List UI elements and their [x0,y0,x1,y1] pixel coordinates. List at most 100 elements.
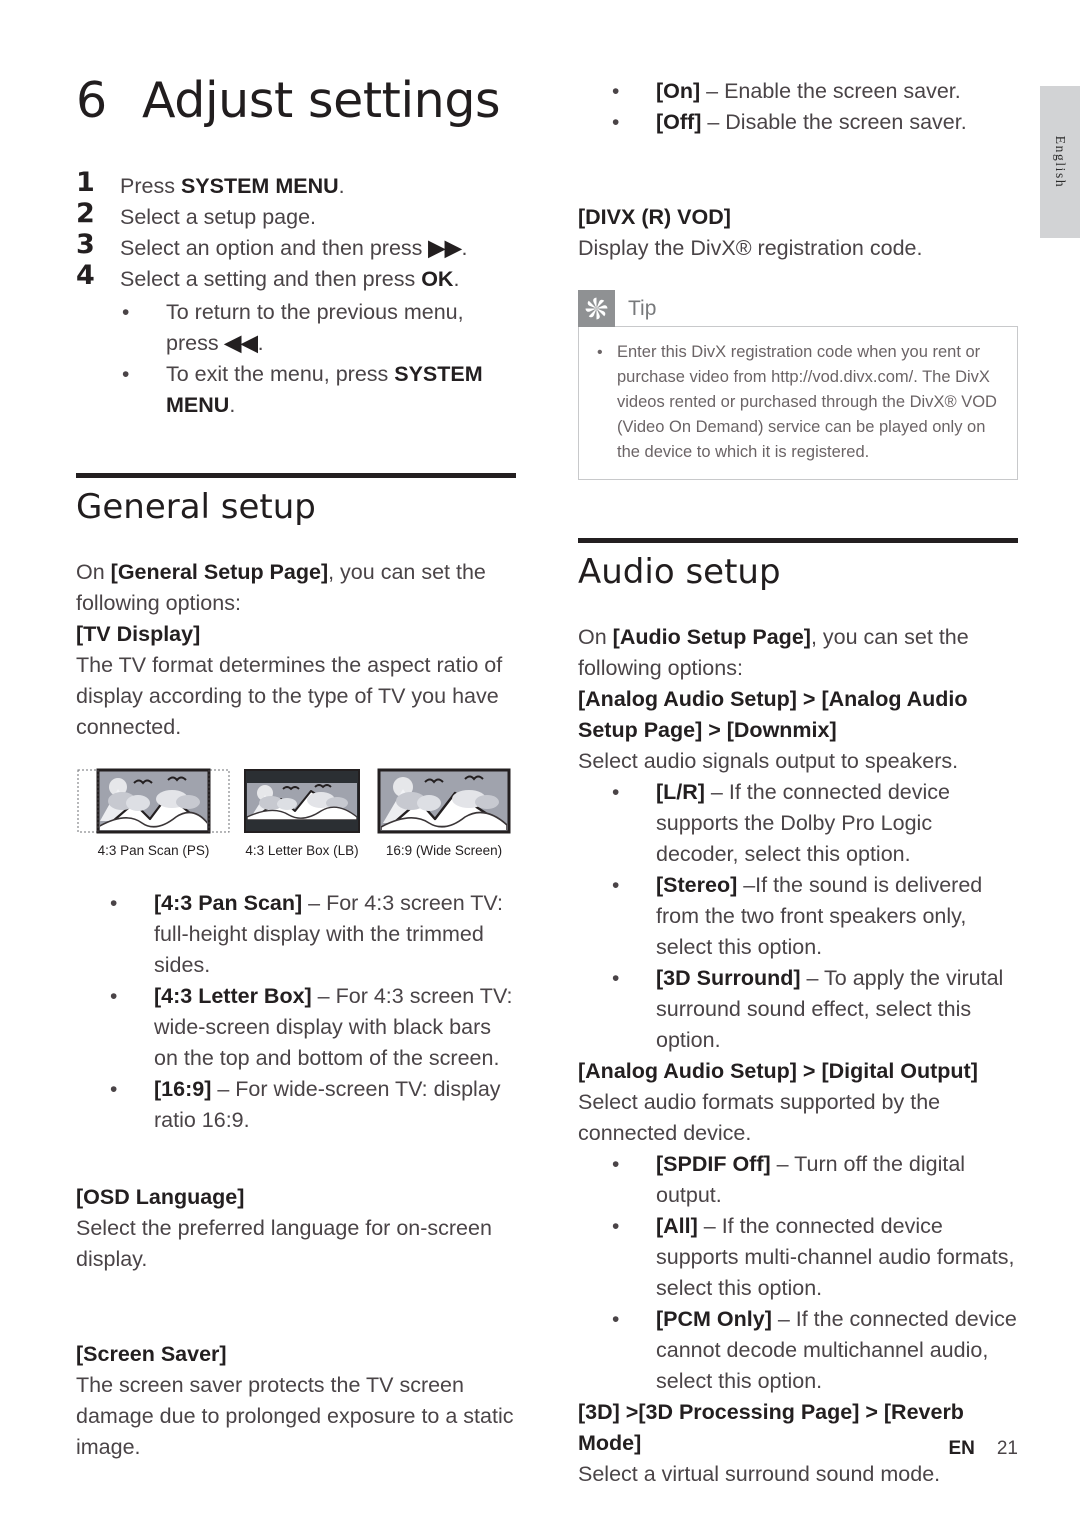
tv-display-figures [76,767,516,835]
figure-wide-screen [377,767,511,835]
fast-forward-icon: ▶▶ [428,236,462,260]
digital-output-heading: [Analog Audio Setup] > [Digital Output] [578,1059,978,1084]
figure-caption-letter-box: 4:3 Letter Box (LB) [245,843,359,859]
digital-output-options-list: • [SPDIF Off] – Turn off the digital outp… [578,1149,1018,1397]
downmix-option-item: • [L/R] – If the connected device support… [578,777,1018,870]
reverb-mode-body: Select a virtual surround sound mode. [578,1462,941,1487]
right-column: • [On] – Enable the screen saver. • [Off] … [578,76,1018,1490]
bullet-dot: • [597,344,603,361]
screen-saver-heading: [Screen Saver] [76,1342,227,1367]
step-item: 2 Select a setup page. [76,198,516,233]
bullet-dot: • [612,1308,620,1332]
intro-pre: On [76,560,111,585]
step-text-bold: SYSTEM MENU [180,174,339,198]
tip-item: • Enter this DivX registration code when … [595,340,1001,465]
substep-text-post: . [229,393,236,417]
tv-option-label: [16:9] [154,1077,212,1102]
bullet-dot: • [110,892,118,916]
bullet-dot: • [110,985,118,1009]
figure-caption-pan-scan: 4:3 Pan Scan (PS) [97,843,210,859]
substeps-list: • To return to the previous menu, press ◀… [120,297,516,421]
bullet-dot: • [122,301,130,324]
bullet-dot: • [612,967,620,991]
tv-option-label: [4:3 Pan Scan] [154,891,303,916]
tip-body: • Enter this DivX registration code when … [578,326,1018,480]
step-item: 3 Select an option and then press ▶▶. [76,229,516,264]
bullet-dot: • [612,111,620,134]
setup-steps-list: 1 Press SYSTEM MENU. 2 Select a setup page… [76,167,516,421]
page-footer: EN 21 [0,1438,1018,1460]
tip-item-text: Enter this DivX registration code when y… [617,343,997,461]
step-text-pre: Select a setting and then press [120,267,422,291]
tip-icon-container [578,290,615,327]
downmix-option-label: [L/R] [656,780,705,805]
step-text-post: . [461,236,468,260]
divx-vod-body: Display the DivX® registration code. [578,236,923,260]
chapter-title: Adjust settings [142,72,501,129]
intro-bold: [General Setup Page] [110,560,329,585]
tv-option-item: • [4:3 Letter Box] – For 4:3 screen TV: w… [76,981,516,1074]
substep-item: • To return to the previous menu, press ◀… [120,297,516,359]
figure-caption-wide-screen: 16:9 (Wide Screen) [385,843,503,859]
section-divider [76,473,516,478]
general-setup-section: General setup [76,473,516,527]
audio-setup-intro: On [Audio Setup Page], you can set the f… [578,622,1018,684]
screensaver-option-desc: – Enable the screen saver. [700,79,961,103]
divx-vod-heading: [DIVX (R) VOD] [578,205,731,229]
asterisk-flower-icon [585,297,608,320]
downmix-option-item: • [3D Surround] – To apply the virutal su… [578,963,1018,1056]
tip-box: Tip • Enter this DivX registration code w… [578,290,1018,480]
bullet-dot: • [612,781,620,805]
tip-header: Tip [578,290,1018,327]
bullet-dot: • [122,363,130,386]
left-column: 6 Adjust settings 1 Press SYSTEM MENU. 2 Se… [76,76,516,1463]
step-text-pre: Select a setup page. [120,205,317,229]
tv-option-item: • [16:9] – For wide-screen TV: display ra… [76,1074,516,1136]
tip-items-list: • Enter this DivX registration code when … [595,340,1001,465]
tip-label: Tip [628,296,657,320]
wide-screen-image [377,768,511,834]
downmix-body: Select audio signals output to speakers. [578,749,959,774]
osd-language-heading: [OSD Language] [76,1185,245,1210]
tv-option-label: [4:3 Letter Box] [154,984,312,1009]
downmix-option-label: [Stereo] [656,873,738,898]
bullet-dot: • [612,1153,620,1177]
tv-display-options-list: • [4:3 Pan Scan] – For 4:3 screen TV: ful… [76,888,516,1136]
screensaver-option-desc: – Disable the screen saver. [701,110,967,134]
digital-option-item: • [PCM Only] – If the connected device ca… [578,1304,1018,1397]
bullet-dot: • [612,1215,620,1239]
step-number: 2 [76,198,95,229]
downmix-option-item: • [Stereo] –If the sound is delivered fro… [578,870,1018,963]
figure-pan-scan [76,767,231,835]
section-title-general-setup: General setup [76,487,316,527]
screensaver-option-label: [Off] [656,110,702,134]
step-text-post: . [453,267,460,291]
digital-option-desc: – If the connected device supports multi… [656,1214,1015,1301]
intro-bold: [Audio Setup Page] [612,625,811,650]
screensaver-option-item: • [Off] – Disable the screen saver. [578,107,1018,138]
tv-option-item: • [4:3 Pan Scan] – For 4:3 screen TV: ful… [76,888,516,981]
digital-option-item: • [SPDIF Off] – Turn off the digital outp… [578,1149,1018,1211]
step-text-pre: Select an option and then press [120,236,429,260]
screensaver-option-label: [On] [656,79,701,103]
substep-text-pre: To exit the menu, press [166,362,395,386]
pan-scan-image [77,768,230,834]
screensaver-options-list: • [On] – Enable the screen saver. • [Off] … [578,76,1018,138]
step-number: 3 [76,229,95,260]
footer-page-number: 21 [996,1438,1018,1459]
substep-text-pre: To return to the previous menu, press [166,300,464,355]
substep-item: • To exit the menu, press SYSTEM MENU. [120,359,516,421]
step-text-post: . [338,174,345,198]
substep-text-post: . [257,331,264,355]
step-text-bold: OK [421,267,454,291]
downmix-options-list: • [L/R] – If the connected device support… [578,777,1018,1056]
figure-letter-box [243,767,361,835]
step-text-pre: Press [120,174,181,198]
downmix-heading: [Analog Audio Setup] > [Analog Audio Set… [578,687,968,743]
step-item: 4 Select a setting and then press OK. • To… [76,260,516,421]
general-setup-intro: On [General Setup Page], you can set the… [76,557,516,619]
language-tab: English [1040,86,1080,238]
digital-option-label: [SPDIF Off] [656,1152,771,1177]
intro-pre: On [578,625,613,650]
bullet-dot: • [612,874,620,898]
